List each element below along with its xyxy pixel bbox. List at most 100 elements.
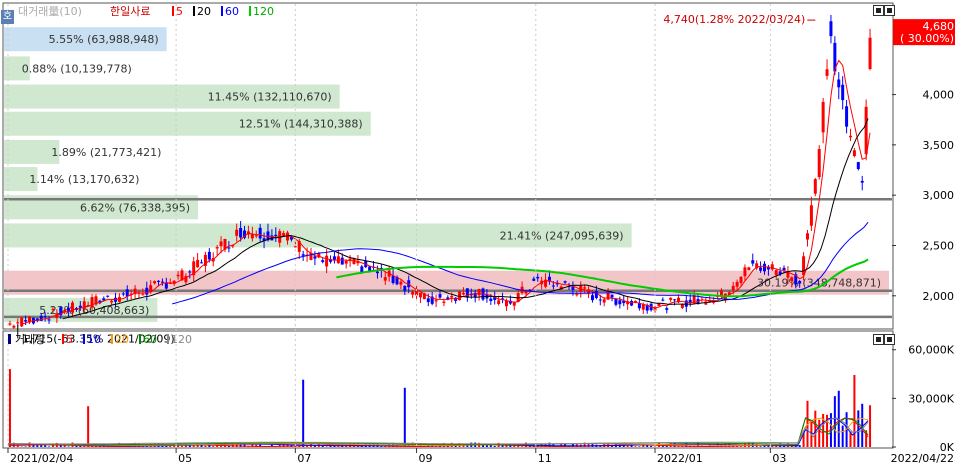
candle-body (665, 308, 669, 310)
candle-body (497, 300, 501, 305)
legend-label: 60 (225, 5, 239, 18)
chart-window: 5.55% (63,988,948) 0.88% (10,139,778) 11.4… (0, 0, 957, 467)
volume-bar (325, 446, 328, 447)
candle-body (739, 276, 743, 283)
volume-bar (87, 406, 90, 447)
volume-legend-label: 60 (143, 333, 157, 346)
volume-tick-label: 60,000K (908, 344, 954, 357)
candle-body (680, 304, 684, 308)
candle-body (841, 84, 845, 101)
candle-body (661, 299, 665, 301)
candle-body (78, 305, 82, 308)
volume-ma-20 (8, 417, 869, 446)
volume-legend-swatch (83, 334, 85, 344)
candle-body (106, 295, 110, 297)
volume-legend-swatch (111, 334, 113, 344)
candle-body (641, 304, 645, 310)
candle-body (583, 287, 587, 289)
candle-body (465, 288, 469, 298)
date-tick-label: 2022/01 (657, 452, 703, 465)
candle-body (20, 317, 24, 327)
candle-body (782, 267, 786, 271)
candle-body (770, 264, 774, 270)
candle-body (219, 241, 223, 247)
volume-title-marker (8, 334, 11, 344)
corner-label[interactable]: 호 (1, 10, 14, 24)
candle-body (774, 270, 778, 276)
candle-body (403, 285, 407, 291)
legend-swatch (193, 6, 195, 16)
volume-bar (759, 446, 762, 447)
volume-pane-close-button[interactable] (884, 334, 895, 345)
candle-body (845, 106, 849, 127)
candle-body (747, 267, 751, 271)
volume-bar (740, 446, 743, 447)
candle-body (411, 291, 415, 295)
candle-body (606, 292, 610, 300)
volume-legend-label: 5 (66, 333, 73, 346)
volume-bar (611, 446, 614, 447)
candle-body (751, 260, 755, 264)
candle-body (121, 293, 125, 295)
candle-body (802, 256, 806, 275)
volume-legend-label: 120 (171, 333, 192, 346)
volume-bar (192, 445, 195, 447)
price-tick-label: 3,000 (923, 189, 955, 202)
candle-body (153, 281, 157, 284)
candle-body (340, 257, 344, 265)
candle-body (160, 281, 164, 283)
date-tick-label: 2021/02/04 (10, 452, 73, 465)
candle-body (43, 316, 47, 318)
legend-label: 5 (176, 5, 183, 18)
candle-body (825, 69, 829, 76)
volume-pane-maximize-button[interactable] (873, 334, 884, 345)
volume-bar (8, 369, 11, 447)
volume-bar (180, 446, 183, 447)
candle-body (90, 297, 94, 308)
candle-body (368, 266, 372, 271)
volume-pane-frame (2, 330, 894, 449)
volume-axis: 60,000K30,000K0K (892, 344, 955, 454)
candle-body (274, 234, 278, 237)
candle-body (618, 300, 622, 305)
candle-body (477, 288, 481, 296)
price-tick-label: 2,500 (923, 239, 955, 252)
price-chart[interactable]: 5.55% (63,988,948) 0.88% (10,139,778) 11.4… (0, 0, 957, 467)
candle-body (817, 149, 821, 178)
volume-bar (48, 446, 51, 447)
candle-body (47, 319, 51, 321)
volume-tick-label: 30,000K (908, 392, 954, 405)
date-tick-label: 09 (419, 452, 433, 465)
candle-body (602, 299, 606, 303)
candle-body (759, 267, 763, 271)
candle-body (684, 300, 688, 307)
volume-legend-swatch (167, 334, 169, 344)
candle-body (348, 258, 352, 261)
volume-bar (294, 446, 297, 447)
price-pane-close-button[interactable] (884, 5, 895, 16)
price-tick-label: 2,000 (923, 290, 955, 303)
volume-bar (634, 446, 637, 447)
volume-profile-label: 12.51% (144,310,388) (239, 118, 363, 131)
date-tick-label: 11 (538, 452, 552, 465)
candle-body (489, 298, 493, 302)
candle-body (16, 322, 20, 324)
volume-bar (306, 446, 309, 447)
candle-body (200, 262, 204, 264)
candle-body (215, 247, 219, 249)
candle-body (207, 251, 211, 260)
candle-body (614, 298, 618, 305)
volume-bar (212, 446, 215, 447)
legend-prefix: 대거래量(10) (18, 5, 82, 18)
volume-profile-label: 1.14% (13,170,632) (29, 173, 139, 186)
volume-bar (857, 410, 860, 447)
volume-legend-label: 10 (87, 333, 101, 346)
price-pane-maximize-button[interactable] (873, 5, 884, 16)
candle-body (450, 295, 454, 298)
candle-body (110, 300, 114, 303)
candle-body (512, 302, 516, 306)
volume-bar (638, 446, 641, 447)
volume-legend-swatch (62, 334, 64, 344)
candle-body (313, 256, 317, 259)
volume-bar (302, 379, 305, 447)
